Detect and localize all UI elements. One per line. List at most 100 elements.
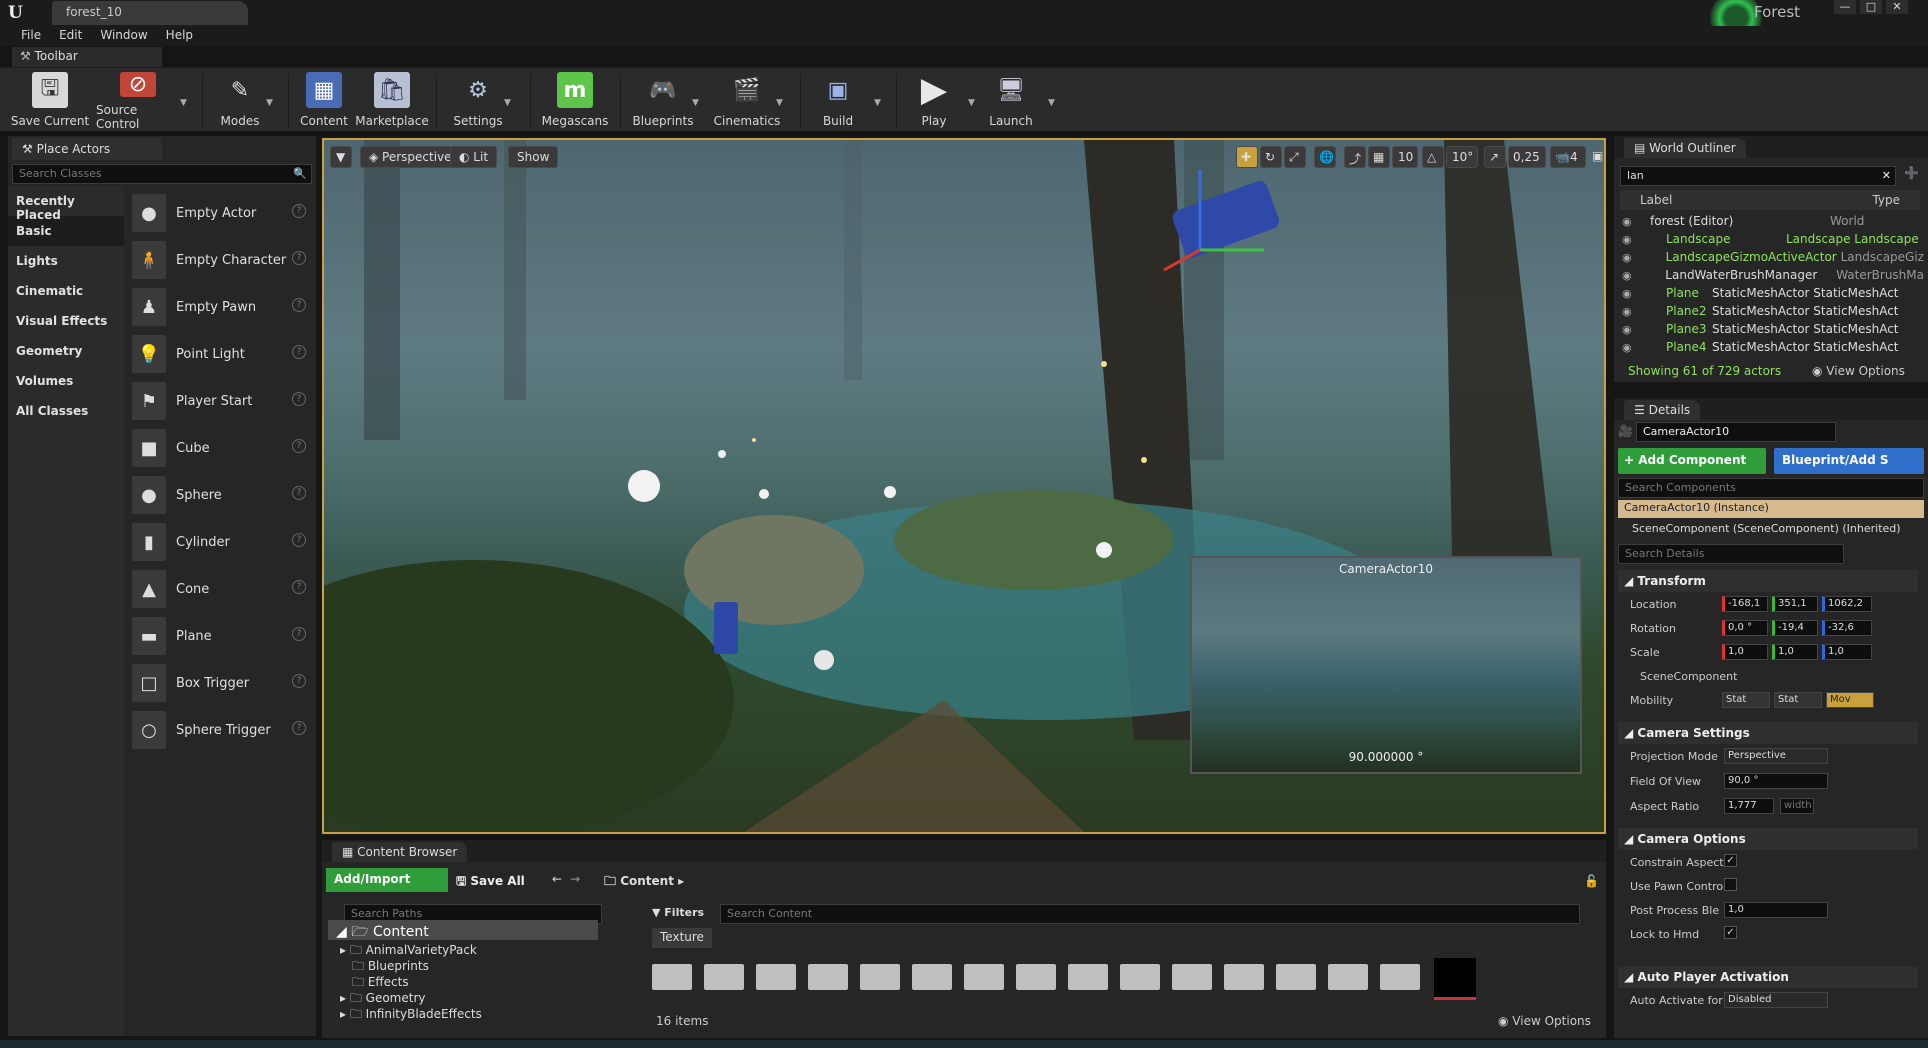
list-item[interactable]: ◉ Plane StaticMeshActor StaticMeshAct: [1614, 284, 1924, 302]
save-all-button[interactable]: 🖫 Save All: [456, 872, 525, 893]
eye-icon[interactable]: ◉: [1622, 341, 1636, 354]
projection-mode-select[interactable]: Perspective: [1724, 748, 1828, 764]
list-item[interactable]: ◉ Plane2 StaticMeshActor StaticMeshAct: [1614, 302, 1924, 320]
launch-dropdown-icon[interactable]: ▼: [1048, 98, 1055, 108]
megascans-button[interactable]: m Megascans: [538, 72, 612, 130]
eye-icon[interactable]: ◉: [1622, 287, 1636, 300]
maximize-viewport-icon[interactable]: ▣: [1590, 146, 1604, 168]
play-dropdown-icon[interactable]: ▼: [968, 98, 975, 108]
texture-filter-chip[interactable]: Texture: [652, 928, 712, 948]
help-icon[interactable]: ?: [292, 721, 306, 735]
help-icon[interactable]: ?: [292, 674, 306, 688]
list-item[interactable]: ◉ LandscapeGizmoActiveActor LandscapeGiz: [1614, 248, 1924, 266]
rotation-x[interactable]: 0,0 °: [1722, 620, 1768, 636]
category-geometry[interactable]: Geometry: [8, 336, 124, 366]
actor-plane[interactable]: ▬ Plane?: [132, 613, 310, 659]
clear-search-icon[interactable]: ✕: [1882, 169, 1891, 182]
aspect-ratio-input[interactable]: 1,777: [1724, 798, 1774, 814]
search-content-input[interactable]: Search Content: [720, 904, 1580, 924]
modes-button[interactable]: ✎ Modes: [210, 72, 270, 130]
rotation-snap-value[interactable]: 10°: [1446, 146, 1478, 168]
tree-item[interactable]: 🗀 Blueprints: [340, 958, 600, 974]
help-icon[interactable]: ?: [292, 251, 306, 265]
constrain-aspect-checkbox[interactable]: ✓: [1724, 854, 1737, 867]
lock-icon[interactable]: 🔓: [1584, 874, 1599, 888]
rotation-y[interactable]: -19,4: [1772, 620, 1818, 636]
grid-snap-value[interactable]: 10: [1392, 146, 1418, 168]
menu-help[interactable]: Help: [157, 26, 202, 46]
folder-thumbnail[interactable]: [808, 964, 848, 990]
aspect-ratio-unit[interactable]: width: [1780, 798, 1814, 814]
tree-item[interactable]: ▸ 🗀 Geometry: [340, 990, 600, 1006]
actor-cube[interactable]: ■ Cube?: [132, 425, 310, 471]
lock-to-hmd-checkbox[interactable]: ✓: [1724, 926, 1737, 939]
actor-cylinder[interactable]: ▮ Cylinder?: [132, 519, 310, 565]
eye-icon[interactable]: ◉: [1622, 233, 1636, 246]
marketplace-button[interactable]: 🛍 Marketplace: [355, 72, 429, 130]
blueprints-button[interactable]: 🎮 Blueprints: [628, 72, 698, 130]
surface-snap-icon[interactable]: ⤴: [1344, 146, 1366, 168]
help-icon[interactable]: ?: [292, 392, 306, 406]
auto-activate-select[interactable]: Disabled: [1724, 992, 1828, 1008]
tree-item[interactable]: ▸ 🗀 AnimalVarietyPack: [340, 942, 600, 958]
search-components-input[interactable]: Search Components: [1618, 478, 1924, 498]
list-item[interactable]: ◉ Plane4 StaticMeshActor StaticMeshAct: [1614, 338, 1924, 356]
save-current-button[interactable]: 🖫 Save Current: [10, 72, 90, 130]
content-button[interactable]: ▦ Content: [296, 72, 352, 130]
tree-item[interactable]: 🗀 Effects: [340, 974, 600, 990]
camera-speed-button[interactable]: 📹4: [1550, 146, 1586, 168]
help-icon[interactable]: ?: [292, 486, 306, 500]
list-item[interactable]: ◉ forest (Editor) World: [1614, 212, 1924, 230]
minimize-button[interactable]: —: [1834, 0, 1856, 14]
folder-thumbnail[interactable]: [1328, 964, 1368, 990]
back-icon[interactable]: ←: [552, 872, 562, 886]
viewport-options-button[interactable]: ▼: [330, 146, 352, 168]
actor-empty-pawn[interactable]: ♟ Empty Pawn?: [132, 284, 310, 330]
actor-cone[interactable]: ▲ Cone?: [132, 566, 310, 612]
actor-sphere[interactable]: ● Sphere?: [132, 472, 310, 518]
maximize-button[interactable]: □: [1860, 0, 1882, 14]
eye-icon[interactable]: ◉: [1622, 215, 1636, 228]
outliner-search-input[interactable]: lan ✕: [1620, 166, 1896, 186]
mobility-static[interactable]: Stat: [1722, 692, 1770, 708]
scale-z[interactable]: 1,0: [1822, 644, 1872, 660]
folder-thumbnail[interactable]: [1172, 964, 1212, 990]
location-y[interactable]: 351,1: [1772, 596, 1818, 612]
search-details-input[interactable]: Search Details: [1618, 544, 1844, 564]
camera-settings-section[interactable]: ◢ Camera Settings: [1618, 722, 1918, 744]
source-control-button[interactable]: ⊘ Source Control: [96, 72, 180, 131]
list-item[interactable]: ◉ LandWaterBrushManager WaterBrushMa: [1614, 266, 1924, 284]
folder-thumbnail[interactable]: [912, 964, 952, 990]
folder-thumbnail[interactable]: [1068, 964, 1108, 990]
folder-thumbnail[interactable]: [964, 964, 1004, 990]
folder-thumbnail[interactable]: [1224, 964, 1264, 990]
eye-icon[interactable]: ◉: [1622, 323, 1636, 336]
folder-thumbnail[interactable]: [1380, 964, 1420, 990]
folder-thumbnail[interactable]: [860, 964, 900, 990]
show-button[interactable]: Show: [508, 146, 559, 168]
category-cinematic[interactable]: Cinematic: [8, 276, 124, 306]
cinematics-button[interactable]: 🎬 Cinematics: [712, 72, 782, 130]
help-icon[interactable]: ?: [292, 439, 306, 453]
location-label[interactable]: Location: [1630, 598, 1677, 611]
content-view-options[interactable]: ◉ View Options: [1498, 1014, 1591, 1028]
place-actors-tab[interactable]: ⚒ Place Actors: [12, 138, 162, 160]
world-outliner-tab[interactable]: ▤ World Outliner: [1614, 136, 1928, 158]
scale-icon[interactable]: ⤢: [1284, 146, 1306, 168]
cinematics-dropdown-icon[interactable]: ▼: [776, 98, 783, 108]
menu-window[interactable]: Window: [91, 26, 156, 46]
build-button[interactable]: ▣ Build: [808, 72, 868, 130]
outliner-view-options[interactable]: ◉ View Options: [1812, 364, 1905, 378]
location-x[interactable]: -168,1: [1722, 596, 1768, 612]
actor-point-light[interactable]: 💡 Point Light?: [132, 331, 310, 377]
path-breadcrumb[interactable]: 🗀 Content ▸: [604, 872, 684, 893]
list-item[interactable]: ◉ Landscape Landscape Landscape: [1614, 230, 1924, 248]
add-filter-icon[interactable]: ➕: [1904, 166, 1919, 180]
field-of-view-input[interactable]: 90,0 °: [1724, 773, 1828, 789]
rotation-label[interactable]: Rotation: [1630, 622, 1676, 635]
scale-y[interactable]: 1,0: [1772, 644, 1818, 660]
folder-thumbnail[interactable]: [1016, 964, 1056, 990]
world-local-icon[interactable]: 🌐: [1314, 146, 1336, 168]
help-icon[interactable]: ?: [292, 580, 306, 594]
tree-item[interactable]: ▸ 🗀 InfinityBladeEffects: [340, 1006, 600, 1022]
